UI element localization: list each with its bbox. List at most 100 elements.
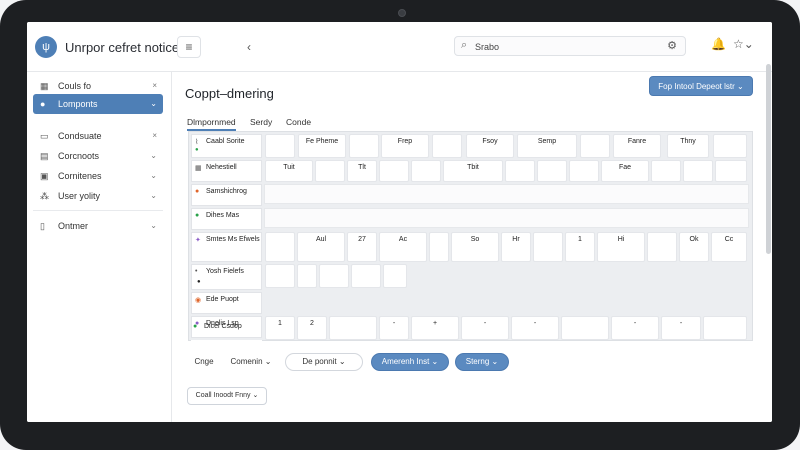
grid-cell[interactable] xyxy=(265,264,295,288)
header-cell[interactable]: Thny xyxy=(667,134,709,158)
grid-cell[interactable] xyxy=(319,264,349,288)
camera-icon xyxy=(398,9,406,17)
grid-cell[interactable] xyxy=(713,134,747,158)
grid-cell[interactable] xyxy=(715,160,747,182)
grid-cell[interactable] xyxy=(429,232,449,262)
star-icon[interactable]: ☆⌄ xyxy=(733,37,754,51)
header-cell[interactable]: Semp xyxy=(517,134,577,158)
grid-cell[interactable] xyxy=(329,316,377,340)
value-cell[interactable]: Hi xyxy=(597,232,645,262)
filter-button[interactable]: Coall Inoodt Fnny ⌄ xyxy=(187,387,267,405)
row-label[interactable]: • Yosh Fielefs ● xyxy=(191,264,262,290)
row-label[interactable]: ✦ Smtes Ms Efwels xyxy=(191,232,262,262)
value-cell[interactable]: - xyxy=(511,316,559,340)
value-cell[interactable]: 1 xyxy=(265,316,295,340)
value-cell[interactable]: Cc xyxy=(711,232,747,262)
bell-icon[interactable]: 🔔 xyxy=(711,37,726,51)
chip-sterng[interactable]: Sterng ⌄ xyxy=(455,353,509,371)
value-cell[interactable]: Aul xyxy=(297,232,345,262)
tab-dlmpornmed[interactable]: Dlmpornmed xyxy=(187,117,236,131)
menu-icon[interactable]: ≡ xyxy=(177,36,201,58)
value-cell[interactable]: - xyxy=(661,316,701,340)
value-cell[interactable]: Ac xyxy=(379,232,427,262)
logo-icon[interactable]: ψ xyxy=(35,36,57,58)
grid-cell[interactable] xyxy=(683,160,713,182)
value-cell[interactable]: 27 xyxy=(347,232,377,262)
sidebar-item-user-yolity[interactable]: ⁂ User yolity ⌄ xyxy=(33,186,163,206)
header-cell[interactable]: Fanre xyxy=(613,134,661,158)
component-grid: Fe Pheme Frep Fsoy Semp Fanre Thny Tuit … xyxy=(188,131,753,341)
grid-cell[interactable] xyxy=(265,232,295,262)
search-bar[interactable]: ⌕ ⚙ xyxy=(454,36,686,56)
grid-cell[interactable] xyxy=(505,160,535,182)
tab-serdy[interactable]: Serdy xyxy=(250,117,272,127)
attachment-icon: ⌇ xyxy=(195,139,199,146)
sidebar-item-couls-fo[interactable]: ▦ Couls fo × xyxy=(33,76,163,96)
grid-cell[interactable] xyxy=(569,160,599,182)
sidebar-item-condsuate[interactable]: ▭ Condsuate × xyxy=(33,126,163,146)
chip-amerenh-inst[interactable]: Amerenh Inst ⌄ xyxy=(371,353,449,371)
value-cell[interactable]: So xyxy=(451,232,499,262)
grid-cell[interactable] xyxy=(533,232,563,262)
grid-cell[interactable] xyxy=(383,264,407,288)
row-bar[interactable] xyxy=(264,208,749,228)
value-cell[interactable]: - xyxy=(379,316,409,340)
scrollbar[interactable] xyxy=(766,64,771,254)
sidebar-item-cornitenes[interactable]: ▣ Cornitenes ⌄ xyxy=(33,166,163,186)
grid-cell[interactable] xyxy=(351,264,381,288)
row-label[interactable]: ● Dicel Csdop xyxy=(190,320,261,338)
chip-de-ponnit[interactable]: De ponnit ⌄ xyxy=(285,353,363,371)
settings-icon[interactable]: ⚙ xyxy=(667,39,677,52)
users-icon: ⁂ xyxy=(40,191,49,201)
page-title: Coppt–dmering xyxy=(185,86,274,101)
grid-cell[interactable] xyxy=(580,134,610,158)
grid-cell[interactable] xyxy=(432,134,462,158)
row-label[interactable]: ● Samshichrog xyxy=(191,184,262,206)
row-label[interactable]: ▦ Nehestiell xyxy=(191,160,262,182)
sidebar-item-corcnoots[interactable]: ▤ Corcnoots ⌄ xyxy=(33,146,163,166)
sub-header-cell: Tlt xyxy=(347,160,377,182)
grid-cell[interactable] xyxy=(297,264,317,288)
value-cell[interactable]: Ok xyxy=(679,232,709,262)
header-cell[interactable]: Fe Pheme xyxy=(298,134,346,158)
value-cell[interactable]: Hr xyxy=(501,232,531,262)
value-cell[interactable]: - xyxy=(611,316,659,340)
primary-action-button[interactable]: Fop Intool Depeot lstr ⌄ xyxy=(649,76,753,96)
grid-cell[interactable] xyxy=(411,160,441,182)
sidebar-item-lomponts[interactable]: ● Lomponts ⌄ xyxy=(33,94,163,114)
app-title: Unrpor cefret notice xyxy=(65,40,180,55)
sub-header-cell: Tuit xyxy=(265,160,313,182)
value-cell[interactable]: + xyxy=(411,316,459,340)
chevron-down-icon: ⌄ xyxy=(150,171,157,180)
grid-cell[interactable] xyxy=(265,134,295,158)
back-button[interactable]: ‹ xyxy=(237,36,261,58)
row-label[interactable]: ⌇ Caabl Sorite ● xyxy=(191,134,262,158)
grid-cell[interactable] xyxy=(647,232,677,262)
grid-cell[interactable] xyxy=(703,316,747,340)
search-input[interactable] xyxy=(475,39,625,54)
chevron-down-icon: ⌄ xyxy=(150,151,157,160)
sub-header-cell: Fae xyxy=(601,160,649,182)
tab-conde[interactable]: Conde xyxy=(286,117,311,127)
box-icon: ▣ xyxy=(40,171,49,181)
header-cell[interactable]: Fsoy xyxy=(466,134,514,158)
value-cell[interactable]: 2 xyxy=(297,316,327,340)
grid-cell[interactable] xyxy=(561,316,609,340)
grid-cell[interactable] xyxy=(537,160,567,182)
row-label[interactable]: ◉ Ede Puopt xyxy=(191,292,262,314)
circle-icon: ● xyxy=(193,323,198,330)
row-label[interactable]: ● Dihes Mas xyxy=(191,208,262,230)
value-cell[interactable]: 1 xyxy=(565,232,595,262)
grid-cell[interactable] xyxy=(349,134,379,158)
chip-comenin[interactable]: Comenin ⌄ xyxy=(223,353,279,371)
value-cell[interactable]: - xyxy=(461,316,509,340)
chip-cnge[interactable]: Cnge xyxy=(187,353,221,371)
grid-cell[interactable] xyxy=(379,160,409,182)
sidebar-item-ontmer[interactable]: ▯ Ontmer ⌄ xyxy=(33,216,163,236)
grid-cell[interactable] xyxy=(651,160,681,182)
grid-cell[interactable] xyxy=(315,160,345,182)
sidebar-divider xyxy=(33,210,163,211)
user-icon: ● xyxy=(40,99,46,109)
header-cell[interactable]: Frep xyxy=(381,134,429,158)
row-bar[interactable] xyxy=(264,184,749,204)
